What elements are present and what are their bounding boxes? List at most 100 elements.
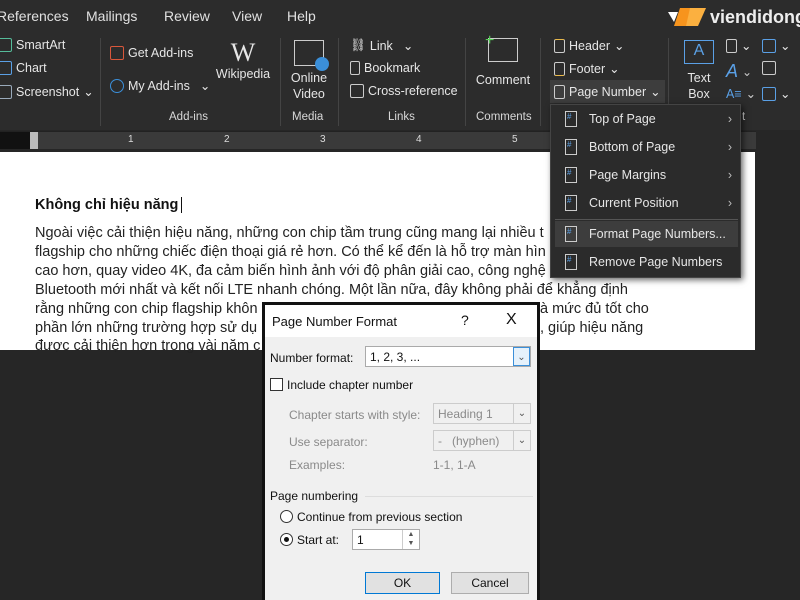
ruler-number: 4 (416, 134, 422, 145)
wikipedia-icon: W (230, 38, 256, 67)
footer-button[interactable]: Footer ⌄ (554, 61, 620, 76)
document-heading: Không chỉ hiệu năng (35, 197, 187, 213)
group-label-links: Links (388, 111, 415, 123)
ruler-number: 5 (512, 134, 518, 145)
chevron-down-icon: ⌄ (513, 404, 530, 423)
help-button[interactable]: ? (461, 312, 469, 328)
text-box-button[interactable]: A Text Box (680, 40, 718, 102)
menu-item-current-position[interactable]: Current Position› (555, 190, 738, 216)
header-icon (554, 38, 565, 53)
comment-icon: + (485, 33, 518, 62)
spinner-arrows-icon[interactable]: ▲ ▼ (402, 530, 419, 549)
wikipedia-button[interactable]: W Wikipedia (214, 40, 272, 82)
link-button[interactable]: ⛓ Link ⌄ (350, 38, 413, 53)
dialog-title: Page Number Format (272, 314, 397, 329)
screenshot-icon (0, 84, 12, 99)
text-box-icon: A (684, 40, 714, 64)
menu-divider (555, 219, 738, 220)
object-button[interactable]: ⌄ (762, 86, 790, 101)
signature-icon (762, 38, 776, 53)
chevron-down-icon: ⌄ (513, 347, 530, 366)
ruler-number: 3 (320, 134, 326, 145)
group-label-media: Media (292, 111, 324, 123)
checkbox-icon (270, 378, 283, 391)
smartart-button[interactable]: SmartArt (0, 38, 65, 52)
chapter-style-select[interactable]: Heading 1 ⌄ (433, 403, 531, 424)
group-divider (365, 496, 533, 497)
chevron-right-icon: › (727, 196, 732, 210)
menu-item-page-margins[interactable]: Page Margins› (555, 162, 738, 188)
examples-label: Examples: (289, 458, 346, 472)
page-icon (565, 139, 577, 155)
start-at-stepper[interactable]: 1 ▲ ▼ (352, 529, 420, 550)
group-label-comments: Comments (476, 111, 532, 123)
wordart-button[interactable]: A ⌄ (726, 61, 752, 82)
chevron-down-icon: ⌄ (199, 79, 211, 93)
tab-mailings[interactable]: Mailings (86, 8, 137, 24)
tab-review[interactable]: Review (164, 8, 210, 24)
chevron-down-icon: ⌄ (402, 39, 414, 53)
paragraph-line-right: , giúp hiệu năng (540, 320, 644, 336)
chevron-right-icon: › (727, 112, 732, 126)
cancel-button[interactable]: Cancel (451, 572, 529, 594)
quick-parts-icon (726, 38, 737, 53)
calendar-icon (762, 61, 776, 75)
separator-select[interactable]: - (hyphen) ⌄ (433, 430, 531, 451)
my-addins-button[interactable]: My Add-ins ⌄ (110, 78, 210, 93)
separator-label: Use separator: (289, 435, 368, 449)
header-button[interactable]: Header ⌄ (554, 38, 624, 53)
divider (540, 38, 541, 126)
chevron-right-icon: › (727, 140, 732, 154)
menu-item-top-of-page[interactable]: Top of Page› (555, 106, 738, 132)
indent-marker[interactable] (30, 132, 38, 149)
menu-item-format-page-numbers[interactable]: Format Page Numbers... (555, 221, 738, 247)
divider (100, 38, 101, 126)
paragraph-line: flagship cho những chiếc điện thoại giá … (35, 244, 546, 260)
bookmark-button[interactable]: Bookmark (350, 61, 420, 75)
start-at-radio[interactable]: Start at: (280, 533, 339, 547)
page-number-menu: Top of Page› Bottom of Page› Page Margin… (550, 104, 741, 278)
online-video-button[interactable]: Online Video (284, 40, 334, 102)
radio-selected-icon (280, 533, 293, 546)
include-chapter-checkbox[interactable]: Include chapter number (270, 378, 413, 392)
screenshot-button[interactable]: Screenshot ⌄ (0, 84, 94, 99)
continue-radio[interactable]: Continue from previous section (280, 510, 462, 524)
cross-reference-icon (350, 84, 364, 98)
object-icon (762, 86, 776, 101)
page-icon (565, 167, 577, 183)
tab-help[interactable]: Help (287, 8, 316, 24)
drop-cap-icon: A≡ (726, 86, 742, 101)
chevron-down-icon: ⌄ (83, 85, 94, 99)
tab-references[interactable]: References (0, 8, 69, 24)
chevron-down-icon: ⌄ (609, 62, 620, 76)
quick-parts-button[interactable]: ⌄ (726, 38, 751, 53)
logo-text: viendidong (710, 6, 800, 27)
signature-line-button[interactable]: ⌄ (762, 38, 790, 53)
tab-view[interactable]: View (232, 8, 262, 24)
chart-button[interactable]: Chart (0, 61, 47, 75)
close-button[interactable]: X (506, 311, 517, 329)
chevron-down-icon: ⌄ (614, 39, 625, 53)
number-format-label: Number format: (270, 351, 354, 365)
addins-icon (110, 78, 124, 93)
date-time-button[interactable] (762, 61, 776, 75)
page-number-button[interactable]: Page Number ⌄ (550, 80, 665, 103)
format-page-icon (565, 226, 577, 242)
cross-reference-button[interactable]: Cross-reference (350, 84, 458, 98)
drop-cap-button[interactable]: A≡ ⌄ (726, 86, 756, 102)
online-video-icon (294, 40, 329, 71)
menu-item-bottom-of-page[interactable]: Bottom of Page› (555, 134, 738, 160)
logo-icon (668, 8, 706, 26)
comment-button[interactable]: + Comment (472, 33, 534, 88)
paragraph-line: rằng những con chip flagship khôn (35, 301, 258, 317)
paragraph-line: cao hơn, quay video 4K, đa cảm biến hình… (35, 263, 546, 279)
viendidong-logo: viendidong (668, 6, 800, 28)
get-addins-button[interactable]: Get Add-ins (110, 46, 193, 60)
chevron-right-icon: › (727, 168, 732, 182)
paragraph-line: phần lớn những trường hợp sử dụ (35, 320, 258, 336)
page-icon (565, 195, 577, 211)
menu-item-remove-page-numbers[interactable]: Remove Page Numbers (555, 249, 738, 275)
number-format-select[interactable]: 1, 2, 3, ... ⌄ (365, 346, 531, 367)
chevron-down-icon: ⌄ (513, 431, 530, 450)
ok-button[interactable]: OK (365, 572, 440, 594)
